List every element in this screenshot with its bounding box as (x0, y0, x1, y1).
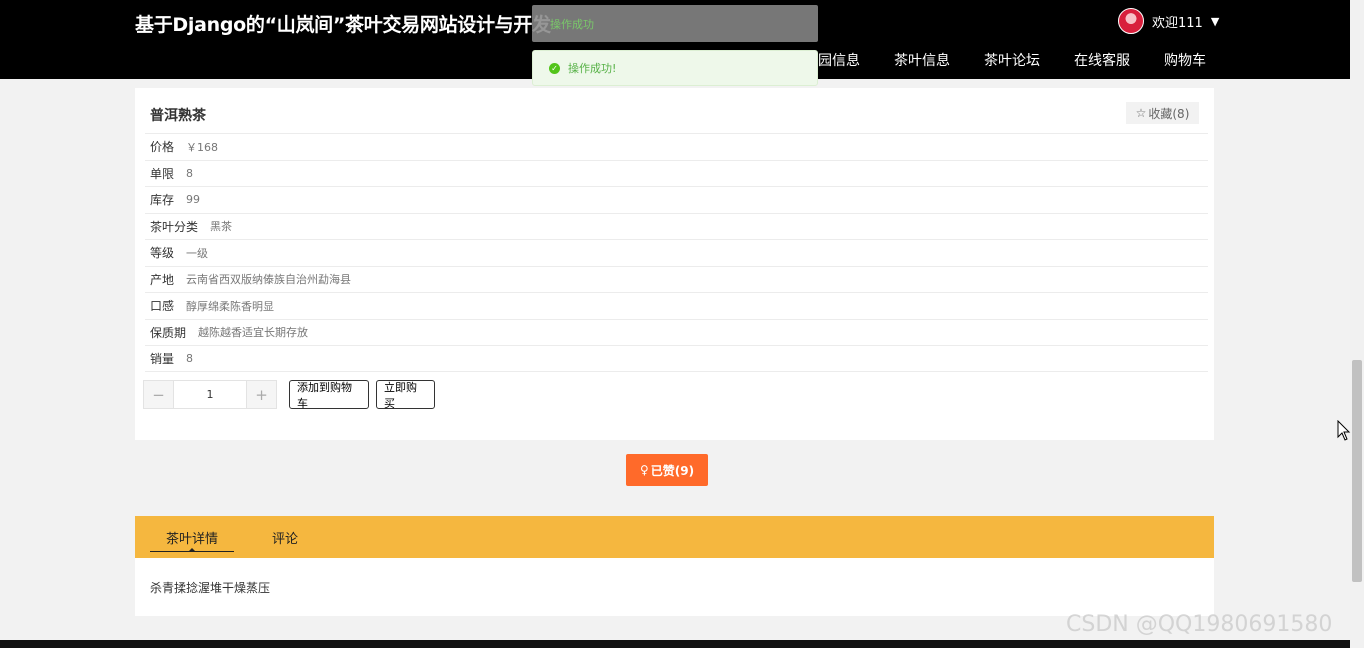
attr-row-category: 茶叶分类 黑茶 (145, 212, 1208, 240)
success-check-icon: ✓ (549, 62, 560, 74)
attr-value: 云南省西双版纳傣族自治州勐海县 (186, 273, 352, 287)
nav-item-tea-forum[interactable]: 茶叶论坛 (984, 50, 1040, 70)
attr-row-limit: 单限 8 (145, 159, 1208, 187)
attr-label: 库存 (150, 193, 175, 208)
detail-tabs: 茶叶详情 评论 (135, 516, 1214, 558)
scrollbar-thumb[interactable] (1352, 360, 1362, 582)
quantity-increment-button[interactable]: + (247, 381, 276, 408)
buy-now-button[interactable]: 立即购买 (376, 380, 435, 410)
tab-tea-detail[interactable]: 茶叶详情 (150, 516, 234, 558)
attr-row-shelf-life: 保质期 越陈越香适宜长期存放 (145, 318, 1208, 346)
nav-item-garden-info[interactable]: 园信息 (818, 50, 860, 70)
attr-value: 一级 (186, 246, 209, 260)
caret-down-icon[interactable]: ▼ (1211, 15, 1219, 28)
site-title: 基于Django的“山岚间”茶叶交易网站设计与开发 (135, 14, 551, 36)
attr-value: 8 (186, 166, 194, 180)
tab-comments[interactable]: 评论 (265, 516, 305, 558)
attr-value: 99 (186, 193, 201, 207)
product-name: 普洱熟茶 (150, 108, 206, 124)
like-button[interactable]: ♀ 已赞(9) (626, 454, 708, 486)
like-label: 已赞(9) (650, 463, 695, 478)
toast-success-text: 操作成功! (568, 62, 617, 75)
toast-success: ✓ 操作成功! (532, 50, 818, 86)
user-menu[interactable]: 欢迎111 ▼ (1118, 8, 1219, 34)
attr-label: 保质期 (150, 325, 187, 340)
nav-item-online-service[interactable]: 在线客服 (1074, 50, 1130, 70)
quantity-decrement-button[interactable]: − (144, 381, 173, 408)
attr-row-origin: 产地 云南省西双版纳傣族自治州勐海县 (145, 265, 1208, 293)
favorite-label: 收藏(8) (1148, 106, 1190, 121)
attr-row-taste: 口感 醇厚绵柔陈香明显 (145, 292, 1208, 319)
attr-value: 醇厚绵柔陈香明显 (186, 299, 275, 313)
nav-item-tea-info[interactable]: 茶叶信息 (894, 50, 950, 70)
attr-value: 越陈越香适宜长期存放 (198, 326, 309, 340)
star-outline-icon: ☆ (1135, 106, 1147, 120)
attr-row-stock: 库存 99 (145, 186, 1208, 213)
user-welcome[interactable]: 欢迎111 (1152, 12, 1203, 31)
main-nav: 园信息 茶叶信息 茶叶论坛 在线客服 购物车 (818, 50, 1206, 70)
footer (0, 640, 1350, 648)
attr-value: ￥168 (186, 140, 219, 154)
tab-content-panel: 杀青揉捻渥堆干燥蒸压 (135, 558, 1214, 616)
attr-label: 口感 (150, 299, 175, 314)
attr-row-sales: 销量 8 (145, 345, 1208, 372)
favorite-button[interactable]: ☆ 收藏(8) (1126, 102, 1199, 124)
quantity-stepper: − 1 + (143, 380, 277, 409)
attr-row-price: 价格 ￥168 (145, 133, 1208, 160)
product-card: 普洱熟茶 ☆ 收藏(8) 价格 ￥168 单限 8 库存 99 茶叶分类 黑茶 … (135, 88, 1214, 440)
product-attribute-list: 价格 ￥168 单限 8 库存 99 茶叶分类 黑茶 等级 一级 产地 云南省西… (145, 133, 1208, 372)
attr-label: 产地 (150, 272, 175, 287)
watermark: CSDN @QQ1980691580 (1066, 612, 1333, 637)
attr-label: 等级 (150, 246, 175, 261)
toast-fading: 操作成功 (532, 5, 818, 42)
nav-item-cart[interactable]: 购物车 (1164, 50, 1206, 70)
toast-fading-text: 操作成功 (550, 18, 594, 31)
attr-label: 茶叶分类 (150, 219, 199, 234)
attr-row-grade: 等级 一级 (145, 239, 1208, 266)
mouse-cursor-icon (1337, 420, 1351, 441)
attr-label: 单限 (150, 166, 175, 181)
quantity-input[interactable]: 1 (173, 381, 247, 408)
add-to-cart-button[interactable]: 添加到购物车 (289, 380, 369, 410)
attr-label: 销量 (150, 351, 175, 366)
attr-value: 8 (186, 351, 194, 365)
attr-label: 价格 (150, 140, 175, 155)
attr-value: 黑茶 (210, 220, 233, 234)
avatar[interactable] (1118, 8, 1144, 34)
like-icon: ♀ (639, 463, 649, 477)
tea-detail-text: 杀青揉捻渥堆干燥蒸压 (150, 581, 271, 595)
